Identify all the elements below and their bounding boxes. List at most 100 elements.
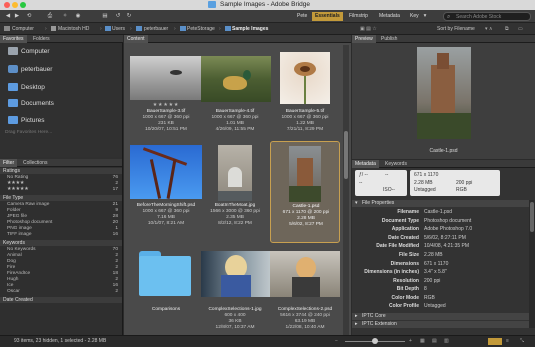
- view-as-details-icon[interactable]: ▥: [444, 336, 449, 347]
- lock-thumbnail-grid-icon[interactable]: ▦: [420, 336, 425, 347]
- workspace-pete[interactable]: Pete: [294, 12, 310, 21]
- section-file-properties[interactable]: ▾ File Properties: [352, 200, 530, 207]
- title-bar: Sample Images - Adobe Bridge: [0, 0, 535, 10]
- view-mode-icon[interactable]: ≡: [506, 336, 509, 347]
- tab-metadata[interactable]: Metadata: [352, 160, 379, 168]
- thumbnail-item[interactable]: ComplexSelections-2.psd 5616 x 3744 @ 24…: [266, 249, 344, 330]
- metadata-value[interactable]: 200 ppi: [424, 277, 440, 285]
- path-separator-icon: ›: [100, 26, 102, 32]
- refine-icon[interactable]: ✧: [60, 12, 70, 21]
- new-folder-icon[interactable]: ▭: [518, 23, 523, 35]
- camera-icon[interactable]: ⎙: [45, 12, 55, 21]
- path-sample-images[interactable]: Sample Images: [232, 23, 268, 35]
- filter-row[interactable]: TIFF image 16: [0, 232, 122, 238]
- folder-icon: [180, 26, 186, 31]
- zoom-in-icon[interactable]: +: [409, 336, 412, 347]
- metadata-value[interactable]: Adobe Photoshop 7.0: [424, 225, 472, 233]
- slider-handle[interactable]: [372, 338, 378, 344]
- view-as-thumbnails-icon[interactable]: ▤: [432, 336, 437, 347]
- scrollbar-thumb[interactable]: [530, 202, 534, 232]
- status-bar: 93 items, 23 hidden, 1 selected - 2.28 M…: [0, 335, 535, 346]
- filter-row[interactable]: Oscar 2: [0, 289, 122, 295]
- forward-icon[interactable]: ▶: [13, 12, 21, 21]
- preview-image[interactable]: [417, 47, 471, 139]
- thumbnail-item[interactable]: BeforeTheMorningShift.psd 1000 x 667 @ 3…: [127, 141, 205, 226]
- thumbnail-item[interactable]: ComplexSelections-1.jpg 600 x 400 36 KB …: [196, 249, 274, 330]
- filter-section-ratings[interactable]: Ratings: [0, 168, 122, 174]
- section-iptc-extension[interactable]: ▸ IPTC Extension: [352, 321, 529, 328]
- workspace-key[interactable]: Key: [407, 12, 422, 21]
- sort-dropdown[interactable]: Sort by Filename: [437, 23, 475, 35]
- thumbnail-item[interactable]: BoatInTheMoat.jpg 1566 x 3000 @ 360 ppi …: [196, 141, 274, 226]
- recent-icon[interactable]: ⟲: [24, 12, 34, 21]
- metadata-value[interactable]: 10/4/08, 4:21:35 PM: [424, 242, 469, 250]
- filter-section-date-created[interactable]: Date Created: [0, 297, 122, 303]
- zoom-window-icon[interactable]: [20, 2, 26, 8]
- metadata-value[interactable]: 2.28 MB: [424, 251, 443, 259]
- filter-tab-bar: Filter Collections: [0, 159, 122, 167]
- preview-tab-bar: Preview Publish: [352, 35, 535, 43]
- favorite-documents[interactable]: Documents: [8, 99, 54, 109]
- metadata-value[interactable]: Untagged: [424, 302, 446, 310]
- favorite-desktop[interactable]: Desktop: [8, 83, 45, 93]
- metadata-scrollbar[interactable]: [529, 200, 535, 328]
- back-icon[interactable]: ◀: [4, 12, 12, 21]
- tab-preview[interactable]: Preview: [352, 35, 376, 43]
- stack-icon[interactable]: ⧉: [505, 23, 509, 35]
- section-iptc-core[interactable]: ▸ IPTC Core: [352, 313, 529, 320]
- filter-label: TIFF image: [7, 232, 32, 237]
- metadata-value[interactable]: RGB: [424, 294, 435, 302]
- path-peterbauer[interactable]: peterbauer: [144, 23, 168, 35]
- path-macintosh-hd[interactable]: Macintosh HD: [58, 23, 89, 35]
- resize-grip-icon[interactable]: ⤡: [520, 336, 524, 347]
- metadata-row: Date File Modified 10/4/08, 4:21:35 PM: [352, 242, 517, 250]
- tab-keywords[interactable]: Keywords: [382, 160, 410, 168]
- metadata-key: Filename: [397, 209, 419, 215]
- rotate-left-icon[interactable]: ↺: [113, 12, 123, 21]
- workspace-essentials[interactable]: Essentials: [312, 12, 343, 21]
- tab-favorites[interactable]: Favorites: [0, 35, 27, 43]
- favorite-computer[interactable]: Computer: [8, 47, 50, 57]
- view-as-list-button[interactable]: [488, 338, 502, 345]
- close-window-icon[interactable]: [4, 2, 10, 8]
- output-icon[interactable]: ▤: [100, 12, 110, 21]
- summary-color-mode: RGB: [456, 187, 467, 193]
- tab-publish[interactable]: Publish: [378, 35, 400, 43]
- sort-direction-icon[interactable]: ▾ ∧: [485, 23, 493, 35]
- thumbnail-item[interactable]: BauerSample-4.tif 1000 x 667 @ 360 ppi 1…: [196, 52, 274, 132]
- thumbnail-size-slider[interactable]: [345, 338, 405, 344]
- thumbnail-item-selected[interactable]: Castle-1.psd 671 x 1170 @ 200 ppi 2.28 M…: [270, 141, 340, 243]
- thumbnail-item[interactable]: ★★★★★ BauerSample-3.tif 1000 x 667 @ 360…: [127, 52, 205, 132]
- metadata-value[interactable]: 5/6/02, 8:27:11 PM: [424, 234, 466, 242]
- workspace-menu-icon[interactable]: ▾: [422, 12, 428, 21]
- thumbnail-item[interactable]: BauerSample-5.tif 1000 x 667 @ 360 ppi 1…: [266, 52, 344, 132]
- tab-collections[interactable]: Collections: [20, 159, 50, 167]
- disclosure-right-icon: ▸: [355, 321, 358, 327]
- favorite-pictures[interactable]: Pictures: [8, 116, 44, 126]
- zoom-out-icon[interactable]: −: [335, 336, 338, 347]
- filter-section-keywords[interactable]: Keywords: [0, 240, 122, 246]
- metadata-value[interactable]: 8: [424, 285, 427, 293]
- workspace-filmstrip[interactable]: Filmstrip: [346, 12, 371, 21]
- metadata-value[interactable]: 3.4" x 5.8": [424, 268, 447, 276]
- metadata-value[interactable]: Castle-1.psd: [424, 208, 452, 216]
- path-computer[interactable]: Computer: [12, 23, 34, 35]
- path-users[interactable]: Users: [112, 23, 125, 35]
- tab-filter[interactable]: Filter: [0, 159, 18, 167]
- favorites-panel: Favorites Folders Computer peterbauer De…: [0, 35, 123, 157]
- rotate-right-icon[interactable]: ↻: [124, 12, 134, 21]
- filter-row[interactable]: ★★★★★ 17: [0, 187, 122, 193]
- path-petestorage[interactable]: PeteStorage: [187, 23, 215, 35]
- metadata-value[interactable]: 671 x 1170: [424, 260, 448, 268]
- filter-section-file-type[interactable]: File Type: [0, 195, 122, 201]
- search-input[interactable]: ⌕ Search Adobe Stock: [443, 12, 531, 21]
- tab-folders[interactable]: Folders: [30, 35, 53, 43]
- minimize-window-icon[interactable]: [12, 2, 18, 8]
- thumbnail-item[interactable]: Comparisons: [127, 249, 205, 321]
- view-quality-icon[interactable]: ▣ ▤ ☆: [360, 23, 377, 35]
- open-camera-raw-icon[interactable]: ◉: [73, 12, 83, 21]
- metadata-value[interactable]: Photoshop document: [424, 217, 471, 225]
- favorite-peterbauer[interactable]: peterbauer: [8, 65, 52, 75]
- metadata-row: Dimensions (in inches) 3.4" x 5.8": [352, 268, 517, 276]
- workspace-metadata[interactable]: Metadata: [376, 12, 403, 21]
